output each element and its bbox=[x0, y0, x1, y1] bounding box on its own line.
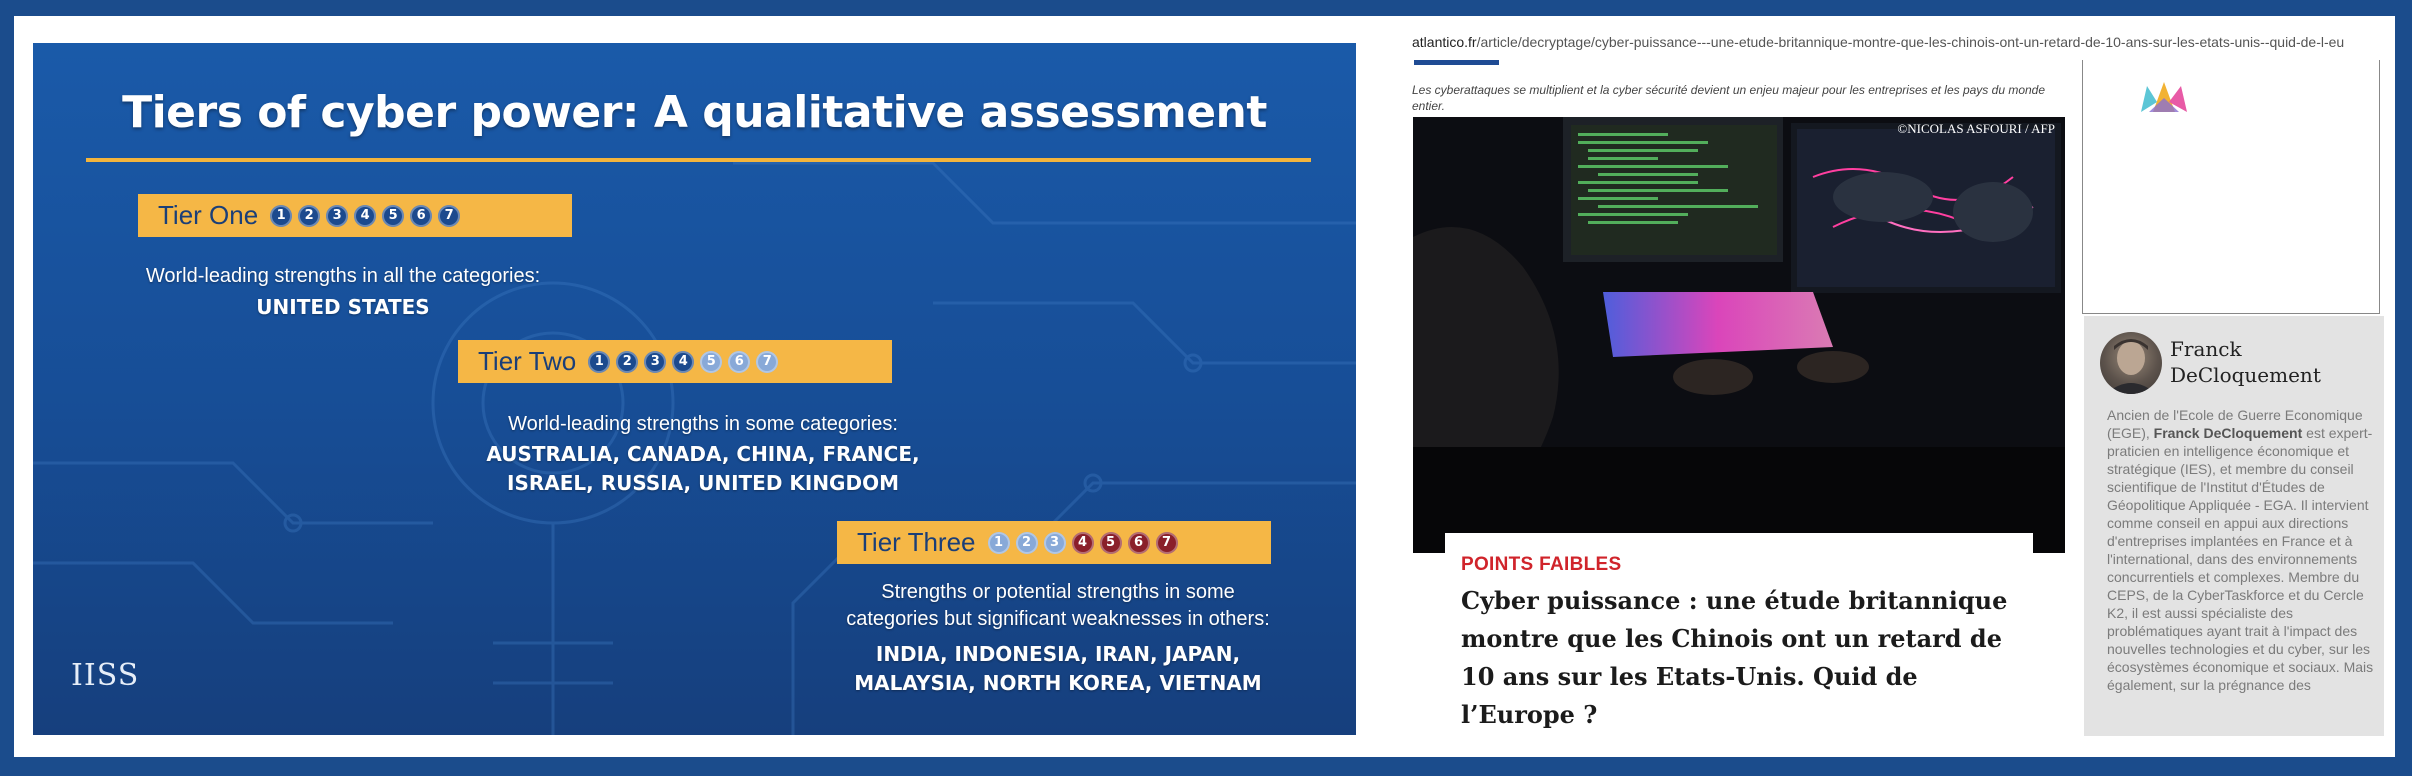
author-portrait-icon bbox=[2106, 339, 2156, 394]
category-dot: 7 bbox=[1155, 531, 1178, 554]
bio-rest: est expert-praticien en intelligence éco… bbox=[2107, 425, 2374, 693]
author-name[interactable]: Franck DeCloquement bbox=[2170, 336, 2321, 388]
category-dot: 3 bbox=[644, 350, 667, 373]
tier-three-description-line1: Strengths or potential strengths in some bbox=[881, 581, 1235, 603]
infographic-slide: Tiers of cyber power: A qualitative asse… bbox=[33, 43, 1356, 735]
category-dot: 6 bbox=[1127, 531, 1150, 554]
category-dot: 1 bbox=[987, 531, 1010, 554]
category-dot: 1 bbox=[270, 204, 293, 227]
tier-two-label: Tier Two bbox=[478, 346, 577, 376]
author-bio: Ancien de l'Ecole de Guerre Economique (… bbox=[2107, 406, 2377, 694]
author-last-name: DeCloquement bbox=[2170, 363, 2321, 387]
author-first-name: Franck bbox=[2170, 337, 2242, 361]
category-dot: 7 bbox=[756, 350, 779, 373]
category-dot: 5 bbox=[700, 350, 723, 373]
category-dot: 5 bbox=[1099, 531, 1122, 554]
url-domain: atlantico.fr bbox=[1412, 34, 1477, 50]
category-dot: 2 bbox=[298, 204, 321, 227]
tier-three-countries-line2: MALAYSIA, NORTH KOREA, VIETNAM bbox=[854, 671, 1262, 695]
category-dot: 4 bbox=[1071, 531, 1094, 554]
category-dot: 4 bbox=[672, 350, 695, 373]
photo-caption: Les cyberattaques se multiplient et la c… bbox=[1412, 83, 2046, 113]
category-dot: 3 bbox=[326, 204, 349, 227]
photo-credit: ©NICOLAS ASFOURI / AFP bbox=[1897, 121, 2055, 136]
tier-one-dots: 1 2 3 4 5 6 7 bbox=[270, 204, 461, 227]
category-dot: 5 bbox=[382, 204, 405, 227]
article-photo: ©NICOLAS ASFOURI / AFP bbox=[1413, 117, 2065, 553]
tier-one-label: Tier One bbox=[158, 200, 259, 230]
screenshot-frame: Tiers of cyber power: A qualitative asse… bbox=[14, 16, 2395, 757]
tier-three-countries-line1: INDIA, INDONESIA, IRAN, JAPAN, bbox=[875, 642, 1241, 666]
category-dot: 2 bbox=[1015, 531, 1038, 554]
category-dot: 3 bbox=[1043, 531, 1066, 554]
tier-three-dots: 1 2 3 4 5 6 7 bbox=[987, 531, 1178, 554]
category-dot: 7 bbox=[438, 204, 461, 227]
tier-two-bar: Tier Two 1 2 3 4 5 6 7 bbox=[458, 340, 892, 383]
crown-logo-icon bbox=[2141, 82, 2187, 112]
url-bar[interactable]: atlantico.fr/article/decryptage/cyber-pu… bbox=[1412, 34, 2382, 60]
tier-three-bar: Tier Three 1 2 3 4 5 6 7 bbox=[837, 521, 1271, 564]
slide-title: Tiers of cyber power: A qualitative asse… bbox=[122, 87, 1267, 138]
iiss-logo: IISS bbox=[71, 658, 140, 693]
tier-two-dots: 1 2 3 4 5 6 7 bbox=[588, 350, 779, 373]
tier-two-countries-line1: AUSTRALIA, CANADA, CHINA, FRANCE, bbox=[486, 442, 920, 466]
tier-one-countries: UNITED STATES bbox=[256, 295, 430, 319]
category-dot: 6 bbox=[410, 204, 433, 227]
tier-three-description-line2: categories but significant weaknesses in… bbox=[846, 608, 1270, 630]
author-avatar[interactable] bbox=[2100, 332, 2162, 394]
category-dot: 4 bbox=[354, 204, 377, 227]
tier-three-label: Tier Three bbox=[857, 527, 976, 557]
tier-two-countries-line2: ISRAEL, RUSSIA, UNITED KINGDOM bbox=[507, 471, 899, 495]
active-tab-indicator bbox=[1414, 60, 1499, 65]
author-card: Franck DeCloquement Ancien de l'Ecole de… bbox=[2084, 316, 2384, 736]
circuit-background bbox=[33, 161, 1356, 735]
category-dot: 2 bbox=[616, 350, 639, 373]
ad-placeholder[interactable] bbox=[2082, 60, 2380, 314]
category-dot: 6 bbox=[728, 350, 751, 373]
tier-two-description: World-leading strengths in some categori… bbox=[508, 413, 898, 435]
article-headline[interactable]: Cyber puissance : une étude britannique … bbox=[1461, 582, 2021, 734]
title-underline bbox=[86, 158, 1311, 162]
tier-one-bar: Tier One 1 2 3 4 5 6 7 bbox=[138, 194, 572, 237]
article-kicker[interactable]: POINTS FAIBLES bbox=[1461, 554, 1621, 576]
url-path: /article/decryptage/cyber-puissance---un… bbox=[1476, 34, 2345, 50]
hacker-scene-illustration bbox=[1413, 117, 2065, 553]
category-dot: 1 bbox=[588, 350, 611, 373]
bio-author-name: Franck DeCloquement bbox=[2153, 425, 2303, 441]
tier-one-description: World-leading strengths in all the categ… bbox=[145, 265, 541, 287]
